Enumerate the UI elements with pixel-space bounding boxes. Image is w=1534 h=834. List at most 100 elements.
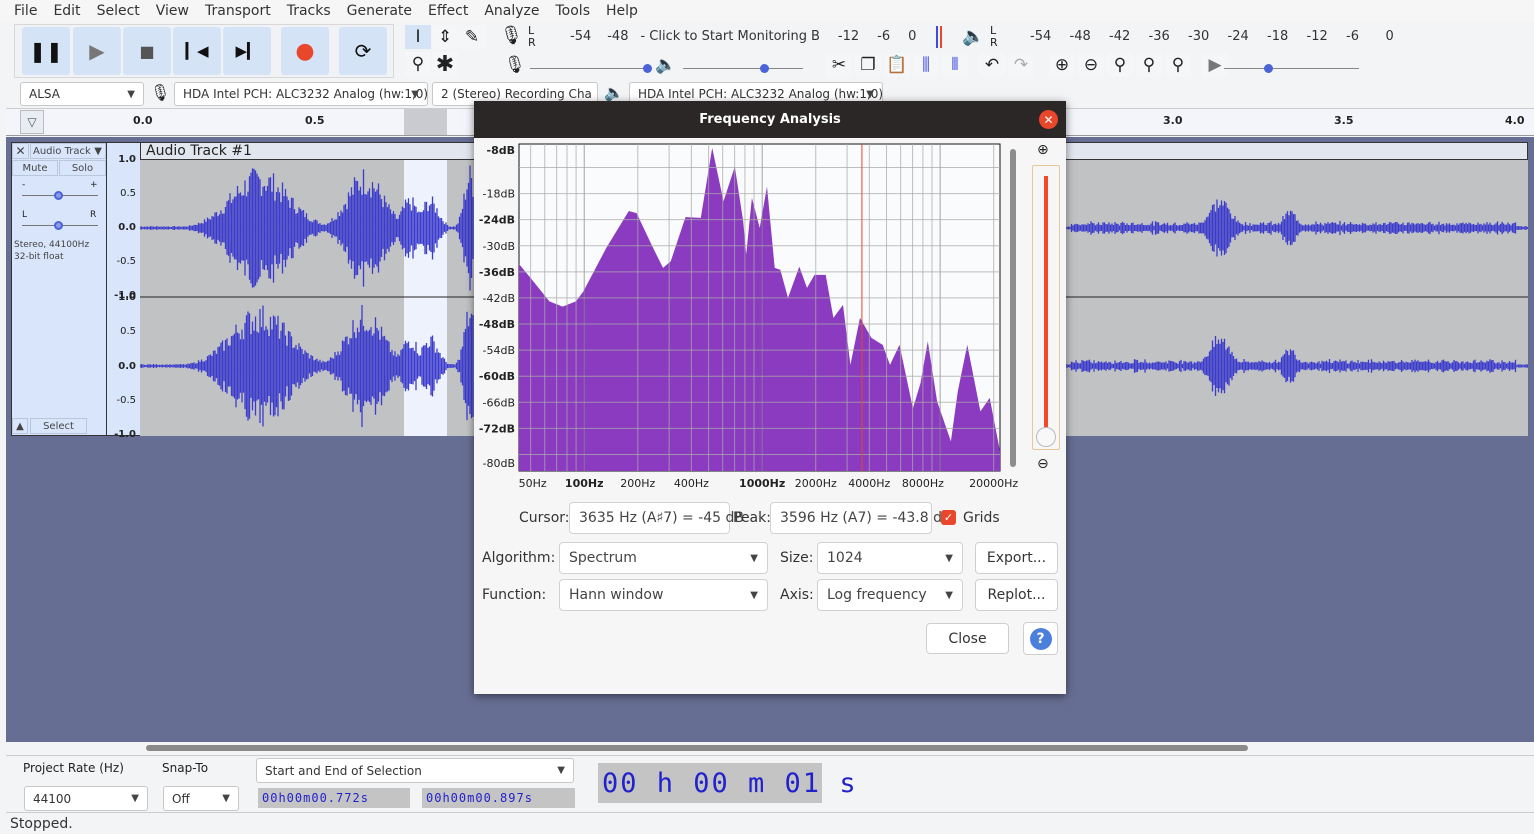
function-label: Function:	[482, 587, 547, 603]
selection-tool[interactable]: I	[405, 25, 431, 49]
fit-selection-icon[interactable]: ⚲	[1107, 53, 1133, 77]
replot-button[interactable]: Replot...	[975, 579, 1058, 611]
timeline-options-icon[interactable]: ▽	[20, 110, 44, 134]
zoom-tool[interactable]: ⚲	[405, 52, 431, 76]
algorithm-select[interactable]: Spectrum ▼	[559, 542, 768, 574]
zoom-slider-track	[1044, 176, 1048, 431]
track-menu-button[interactable]: Audio Track ▼	[30, 143, 106, 159]
scrollbar-thumb[interactable]	[1010, 149, 1016, 467]
axis-value: Log frequency	[827, 587, 927, 603]
y-tick-label: -36dB	[479, 266, 515, 279]
zoom-out-icon[interactable]: ⊖	[1078, 53, 1104, 77]
copy-icon[interactable]: ❐	[855, 53, 881, 77]
slider-thumb[interactable]	[1264, 64, 1273, 73]
play-at-speed-icon[interactable]: ▶	[1202, 53, 1228, 77]
menu-select[interactable]: Select	[89, 3, 148, 19]
y-tick-label: -54dB	[483, 344, 516, 357]
slider-thumb[interactable]	[643, 64, 652, 73]
selection-start-time[interactable]: 00h00m00.772s	[258, 788, 410, 808]
record-meter[interactable]: -54 -48 - Click to Start Monitoring B -1…	[570, 29, 916, 44]
menu-view[interactable]: View	[148, 3, 197, 19]
chevron-down-icon: ▼	[222, 793, 230, 804]
export-button[interactable]: Export...	[975, 542, 1058, 574]
snap-to-select[interactable]: Off ▼	[163, 786, 239, 811]
scrollbar-thumb[interactable]	[146, 745, 1248, 751]
play-speed-slider[interactable]	[1224, 68, 1359, 69]
close-button[interactable]: Close	[926, 623, 1009, 654]
amplitude-tick: 0.0	[118, 360, 136, 372]
redo-icon[interactable]: ↷	[1008, 53, 1034, 77]
selection-mode-select[interactable]: Start and End of Selection ▼	[256, 758, 574, 783]
selection-end-time[interactable]: 00h00m00.897s	[422, 788, 575, 808]
mic-icon: 🎙	[504, 55, 526, 75]
project-rate-select[interactable]: 44100 ▼	[24, 786, 148, 811]
edit-toolbar: ✂ ❐ 📋 ⫼ ⫴ ↶ ↷ ⊕ ⊖ ⚲ ⚲ ⚲ ▶	[826, 53, 1228, 77]
playback-meter[interactable]: -54 -48 -42 -36 -30 -24 -18 -12 -6 0	[1030, 29, 1425, 44]
solo-button[interactable]: Solo	[59, 160, 106, 176]
zoom-in-icon[interactable]: ⊕	[1049, 53, 1075, 77]
audio-host-select[interactable]: ALSA ▼	[20, 82, 144, 106]
start-monitoring-text[interactable]: - Click to Start Monitoring	[640, 29, 807, 44]
mute-button[interactable]: Mute	[12, 160, 58, 176]
select-track-button[interactable]: Select	[30, 418, 87, 434]
size-select[interactable]: 1024 ▼	[817, 542, 963, 574]
dialog-title-bar: Frequency Analysis	[474, 101, 1066, 138]
status-bar: Stopped.	[10, 816, 73, 832]
paste-icon[interactable]: 📋	[884, 53, 910, 77]
menu-help[interactable]: Help	[598, 3, 646, 19]
fit-project-icon[interactable]: ⚲	[1136, 53, 1162, 77]
close-track-icon[interactable]: ✕	[12, 143, 29, 159]
grids-checkbox[interactable]: ✓	[941, 510, 956, 525]
cut-icon[interactable]: ✂	[826, 53, 852, 77]
chart-scrollbar[interactable]	[1007, 144, 1019, 472]
slider-thumb[interactable]	[760, 64, 769, 73]
audio-position-time[interactable]: 00 h 00 m 01 s	[598, 763, 856, 803]
stop-icon: ■	[139, 41, 155, 61]
envelope-tool[interactable]: ⇕	[432, 25, 458, 49]
trim-icon[interactable]: ⫼	[913, 53, 939, 77]
menu-generate[interactable]: Generate	[339, 3, 420, 19]
recording-volume-slider[interactable]	[530, 68, 650, 69]
x-tick-label: 1000Hz	[739, 477, 785, 490]
meter-tick: -12	[837, 29, 860, 44]
menu-transport[interactable]: Transport	[197, 3, 279, 19]
zoom-out-icon[interactable]: ⊖	[1037, 456, 1049, 472]
function-select[interactable]: Hann window ▼	[559, 579, 768, 611]
amplitude-tick: -1.0	[114, 429, 136, 440]
gain-slider-thumb[interactable]	[54, 191, 63, 200]
loop-button[interactable]: ⟳	[339, 27, 387, 75]
skip-to-end-button[interactable]: ▶▎	[223, 27, 271, 75]
silence-icon[interactable]: ⫴	[942, 53, 968, 77]
zoom-in-icon[interactable]: ⊕	[1037, 142, 1049, 158]
algorithm-label: Algorithm:	[482, 550, 556, 566]
help-button[interactable]: ?	[1023, 622, 1058, 655]
axis-select[interactable]: Log frequency ▼	[817, 579, 963, 611]
spectrum-chart[interactable]: -8dB -18dB -24dB -30dB -36dB -42dB -48dB -54dB -…	[474, 138, 1066, 498]
menu-tools[interactable]: Tools	[548, 3, 599, 19]
record-button[interactable]: ●	[281, 27, 329, 75]
close-icon[interactable]: ✕	[1039, 110, 1058, 129]
pause-button[interactable]: ❚❚	[22, 27, 70, 75]
undo-icon[interactable]: ↶	[979, 53, 1005, 77]
amplitude-tick: -0.5	[116, 256, 136, 267]
menu-edit[interactable]: Edit	[45, 3, 88, 19]
close-label: Close	[948, 630, 987, 647]
collapse-track-icon[interactable]: ▲	[12, 418, 28, 434]
cursor-value: 3635 Hz (A♯7) = -45 dB	[579, 510, 745, 526]
stop-button[interactable]: ■	[123, 27, 171, 75]
menu-tracks[interactable]: Tracks	[279, 3, 339, 19]
amplitude-scale: 1.0 0.5 0.0 -0.5 -1.0 1.0 0.5 0.0 -0.5 -1.0	[107, 142, 140, 440]
pan-slider-thumb[interactable]	[54, 221, 63, 230]
recording-device-select[interactable]: HDA Intel PCH: ALC3232 Analog (hw:1,0) ▼	[174, 82, 428, 106]
play-button[interactable]: ▶	[73, 27, 121, 75]
multi-tool[interactable]: ✱	[432, 52, 458, 77]
menu-file[interactable]: File	[6, 3, 45, 19]
menu-analyze[interactable]: Analyze	[476, 3, 547, 19]
skip-to-start-button[interactable]: ▎◀	[173, 27, 221, 75]
playback-volume-slider[interactable]	[683, 68, 803, 69]
ruler-tick: 0.0	[133, 114, 153, 127]
menu-effect[interactable]: Effect	[420, 3, 476, 19]
zoom-slider-thumb[interactable]	[1036, 427, 1056, 447]
zoom-toggle-icon[interactable]: ⚲	[1165, 53, 1191, 77]
draw-tool[interactable]: ✎	[459, 25, 485, 49]
